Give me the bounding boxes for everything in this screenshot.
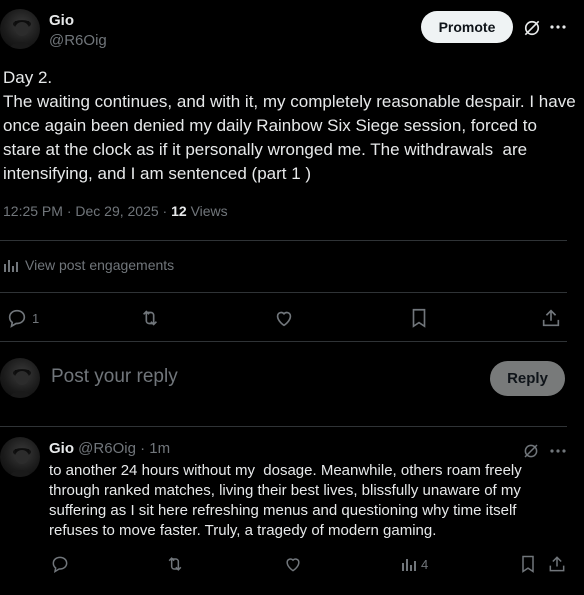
- reply-icon: [8, 309, 26, 328]
- reply-count: 1: [32, 310, 40, 326]
- reply-author-handle[interactable]: @R6Oig: [78, 440, 136, 457]
- reply-author-avatar[interactable]: [0, 437, 40, 477]
- bookmark-icon[interactable]: [407, 306, 431, 330]
- reply-icon[interactable]: [49, 553, 71, 575]
- engagements-label: View post engagements: [25, 257, 175, 273]
- view-engagements-link[interactable]: View post engagements: [3, 257, 174, 273]
- grok-icon[interactable]: [520, 440, 542, 462]
- analytics-icon: [402, 559, 416, 571]
- reply-header: Gio @R6Oig · 1m: [49, 440, 170, 457]
- more-icon[interactable]: [547, 440, 569, 462]
- more-icon[interactable]: [547, 16, 569, 38]
- divider: [0, 240, 567, 241]
- repost-icon[interactable]: [138, 306, 162, 330]
- post-timestamp[interactable]: 12:25 PM · Dec 29, 2025: [3, 203, 159, 219]
- author-handle[interactable]: @R6Oig: [49, 32, 107, 49]
- divider: [0, 341, 567, 342]
- divider: [0, 426, 567, 427]
- reply-action[interactable]: 1: [6, 306, 39, 330]
- bookmark-icon[interactable]: [517, 553, 539, 575]
- author-avatar[interactable]: [0, 9, 40, 49]
- views-label: Views: [190, 203, 228, 219]
- reply-input[interactable]: Post your reply: [51, 366, 178, 388]
- share-icon[interactable]: [539, 306, 563, 330]
- reply-button[interactable]: Reply: [490, 361, 565, 396]
- like-icon[interactable]: [282, 553, 304, 575]
- repost-icon[interactable]: [164, 553, 186, 575]
- analytics-icon: [4, 260, 18, 272]
- reply-text: to another 24 hours without my dosage. M…: [49, 462, 526, 539]
- share-icon[interactable]: [546, 553, 568, 575]
- divider: [0, 292, 567, 293]
- views-count: 12: [171, 203, 187, 219]
- author-name[interactable]: Gio: [49, 12, 74, 29]
- reply-views-count: 4: [421, 556, 429, 572]
- post-text: Day 2. The waiting continues, and with i…: [3, 68, 576, 183]
- reply-author-name[interactable]: Gio: [49, 440, 74, 457]
- promote-button[interactable]: Promote: [421, 11, 513, 43]
- reply-age[interactable]: · 1m: [140, 440, 170, 457]
- like-icon[interactable]: [272, 306, 296, 330]
- views-action[interactable]: 4: [401, 553, 428, 575]
- post-meta: 12:25 PM · Dec 29, 2025 · 12 Views: [3, 203, 228, 219]
- grok-icon[interactable]: [520, 16, 544, 40]
- composer-avatar[interactable]: [0, 358, 40, 398]
